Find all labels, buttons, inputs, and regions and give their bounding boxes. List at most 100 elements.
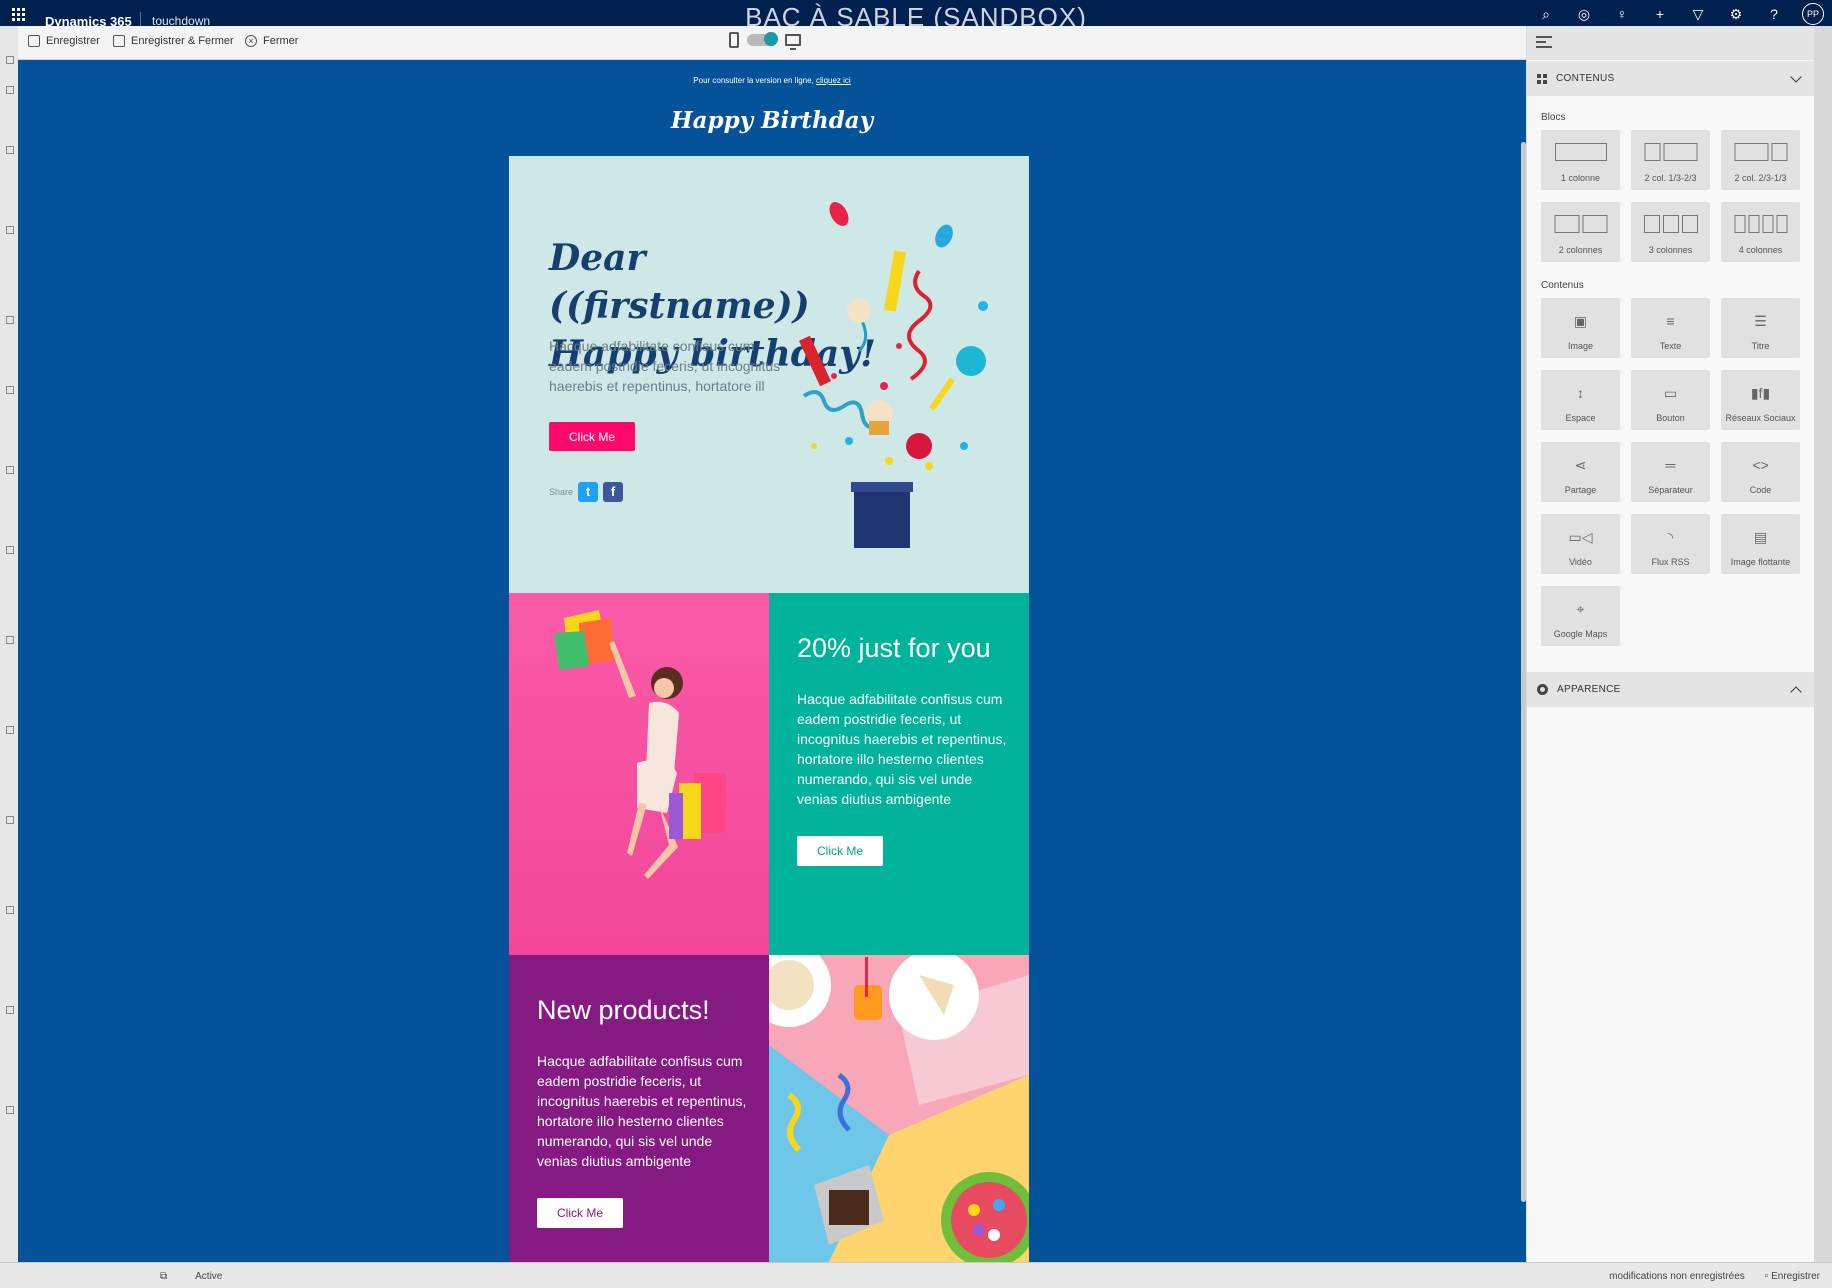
nav-icon[interactable] [6, 56, 14, 64]
content-video[interactable]: ▭◁ Vidéo [1541, 514, 1620, 574]
floating-image-icon: ▤ [1753, 529, 1768, 545]
nav-icon[interactable] [6, 226, 14, 234]
promo-1-title[interactable]: 20% just for you [797, 633, 991, 664]
view-online-link[interactable]: cliquez ici [816, 76, 851, 85]
editor-toolbar: Enregistrer Enregistrer & Fermer × Ferme… [18, 26, 1526, 60]
hero-cta-button[interactable]: Click Me [549, 422, 635, 451]
promo-1-button[interactable]: Click Me [797, 836, 883, 866]
block-4-columns[interactable]: 4 colonnes [1721, 202, 1800, 262]
save-button-label: Enregistrer [46, 35, 100, 47]
party-food-image[interactable] [769, 955, 1029, 1262]
promo-block-purple[interactable]: New products! Hacque adfabilitate confis… [509, 955, 769, 1262]
nav-icon[interactable] [6, 386, 14, 394]
device-toggle[interactable] [747, 32, 778, 46]
save-and-close-button[interactable]: Enregistrer & Fermer [113, 35, 234, 47]
content-space[interactable]: ↕ Espace [1541, 370, 1620, 430]
share-row: Share t f [549, 482, 624, 502]
content-floating-image[interactable]: ▤ Image flottante [1721, 514, 1800, 574]
mobile-preview-icon[interactable] [729, 32, 739, 48]
button-icon: ▭ [1663, 385, 1678, 401]
share-icon: ⋖ [1574, 457, 1587, 473]
content-section-header[interactable]: CONTENUS [1527, 61, 1814, 96]
twitter-icon[interactable]: t [578, 482, 599, 502]
content-title[interactable]: ☰ Titre [1721, 298, 1800, 358]
user-avatar[interactable]: PP [1802, 3, 1824, 25]
four-columns-icon [1734, 215, 1787, 233]
status-save-button[interactable]: ▫ Enregistrer [1765, 1271, 1820, 1282]
block-1-column[interactable]: 1 colonne [1541, 130, 1620, 190]
text-icon: ≡ [1666, 313, 1675, 329]
promo-2-button[interactable]: Click Me [537, 1198, 623, 1228]
content-text[interactable]: ≡ Texte [1631, 298, 1710, 358]
idea-icon[interactable]: ♀ [1612, 4, 1632, 24]
promo-2-body[interactable]: Hacque adfabilitate confisus cum eadem p… [537, 1051, 747, 1171]
appearance-section-header[interactable]: APPARENCE [1527, 672, 1814, 707]
close-button-label: Fermer [263, 35, 299, 47]
content-image[interactable]: ▣ Image [1541, 298, 1620, 358]
tile-label: Image [1567, 341, 1593, 351]
content-share[interactable]: ⋖ Partage [1541, 442, 1620, 502]
tile-label: Espace [1565, 413, 1596, 423]
nav-icon[interactable] [6, 146, 14, 154]
block-2-col-2-3-1-3[interactable]: 2 col. 2/3-1/3 [1721, 130, 1800, 190]
two-col-wide-narrow-icon [1734, 143, 1787, 161]
nav-icon[interactable] [6, 546, 14, 554]
app-header-bar: Dynamics 365 touchdown BAC À SABLE (SAND… [0, 0, 1832, 32]
content-button[interactable]: ▭ Bouton [1631, 370, 1710, 430]
nav-icon[interactable] [6, 816, 14, 824]
nav-icon[interactable] [6, 1006, 14, 1014]
panel-menu-icon[interactable] [1536, 36, 1552, 50]
content-section-title: CONTENUS [1556, 73, 1615, 84]
block-2-columns[interactable]: 2 colonnes [1541, 202, 1620, 262]
settings-icon[interactable]: ⚙ [1726, 4, 1746, 24]
hero-block[interactable]: Dear ((firstname)) Happy birthday! Hacqu… [509, 156, 1029, 593]
email-brand-title[interactable]: Happy Birthday [18, 107, 1526, 134]
status-save-label: Enregistrer [1771, 1271, 1820, 1282]
promo-2-title[interactable]: New products! [537, 995, 710, 1026]
content-social-networks[interactable]: ▮f▮ Réseaux Sociaux [1721, 370, 1800, 430]
shopping-woman-illustration [554, 610, 726, 879]
tile-label: Titre [1751, 341, 1770, 351]
shopping-woman-image[interactable] [509, 593, 769, 955]
nav-icon[interactable] [6, 466, 14, 474]
add-icon[interactable]: + [1650, 4, 1670, 24]
nav-icon[interactable] [6, 86, 14, 94]
content-code[interactable]: <> Code [1721, 442, 1800, 502]
chevron-down-icon[interactable] [1790, 71, 1802, 83]
nav-icon[interactable] [6, 906, 14, 914]
facebook-icon[interactable]: f [603, 482, 624, 502]
designer-toolbox-panel: CONTENUS Blocs 1 colonne 2 col. 1/3-2/3 … [1526, 26, 1814, 1262]
two-col-narrow-wide-icon [1644, 143, 1697, 161]
record-status: Active [195, 1271, 223, 1282]
status-right: modifications non enregistrées ▫ Enregis… [1609, 1271, 1820, 1282]
nav-icon[interactable] [6, 726, 14, 734]
block-3-columns[interactable]: 3 colonnes [1631, 202, 1710, 262]
tile-label: Bouton [1656, 413, 1685, 423]
chevron-up-icon[interactable] [1790, 686, 1802, 698]
task-icon[interactable]: ◎ [1574, 4, 1594, 24]
block-2-col-1-3-2-3[interactable]: 2 col. 1/3-2/3 [1631, 130, 1710, 190]
search-icon[interactable]: ⌕ [1536, 4, 1556, 24]
right-gutter [1814, 26, 1832, 1262]
filter-icon[interactable]: ▽ [1688, 4, 1708, 24]
content-rss-feed[interactable]: ◝ Flux RSS [1631, 514, 1710, 574]
nav-icon[interactable] [6, 636, 14, 644]
promo-block-teal[interactable]: 20% just for you Hacque adfabilitate con… [769, 593, 1029, 955]
content-separator[interactable]: ═ Séparateur [1631, 442, 1710, 502]
nav-icon[interactable] [6, 316, 14, 324]
promo-1-body[interactable]: Hacque adfabilitate confisus cum eadem p… [797, 689, 1007, 809]
panel-header [1527, 26, 1814, 60]
desktop-preview-icon[interactable] [785, 34, 801, 50]
open-in-window-icon[interactable]: ⧉ [160, 1271, 167, 1282]
close-button[interactable]: × Fermer [245, 35, 298, 47]
image-icon: ▣ [1573, 313, 1588, 329]
two-columns-icon [1554, 215, 1607, 233]
help-icon[interactable]: ? [1764, 4, 1784, 24]
save-button[interactable]: Enregistrer [28, 35, 100, 47]
tile-label: Flux RSS [1651, 557, 1690, 567]
nav-icon[interactable] [6, 1106, 14, 1114]
party-food-illustration [769, 955, 1029, 1262]
content-google-maps[interactable]: ⌖ Google Maps [1541, 586, 1620, 646]
hero-body-text[interactable]: Hacque adfabilitate confisus cum eadem p… [549, 336, 784, 396]
status-left: ⧉ Active [160, 1271, 222, 1282]
